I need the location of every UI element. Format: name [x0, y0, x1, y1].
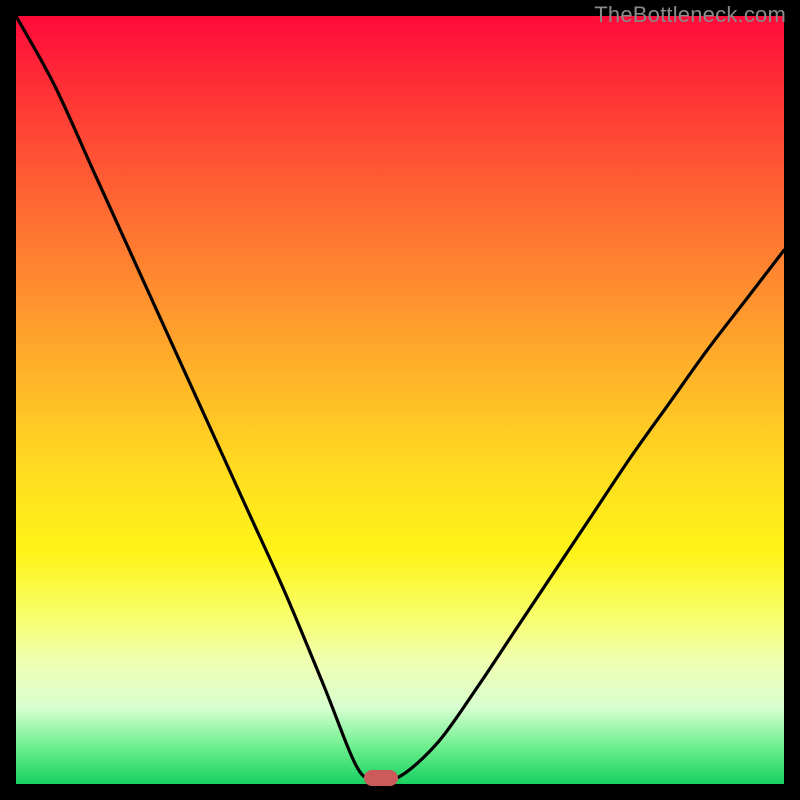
bottleneck-curve-path	[16, 16, 784, 779]
optimal-marker	[364, 770, 398, 786]
chart-frame: TheBottleneck.com	[0, 0, 800, 800]
chart-plot-area	[16, 16, 784, 784]
curve-svg	[16, 16, 784, 784]
watermark-text: TheBottleneck.com	[594, 2, 786, 28]
